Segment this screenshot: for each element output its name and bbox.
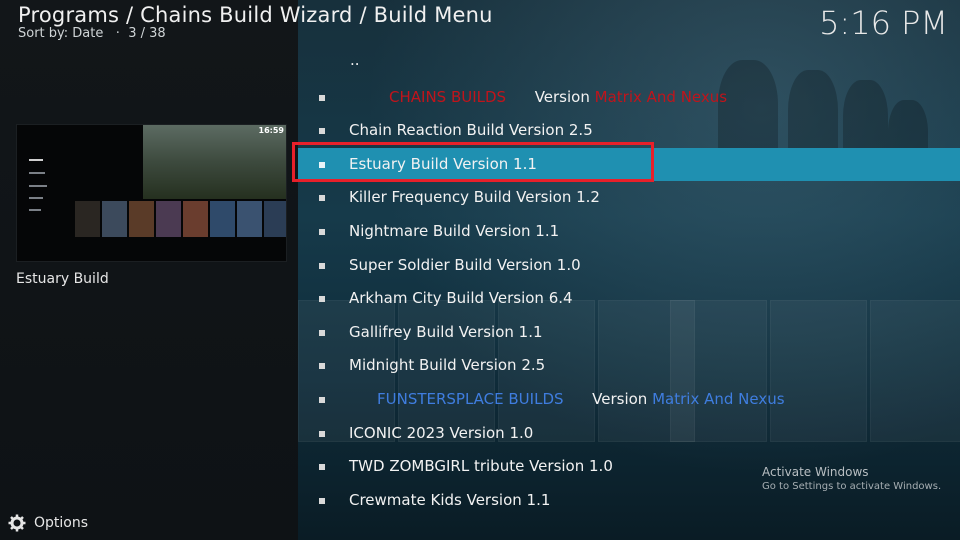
bullet-icon [319, 396, 325, 403]
list-item-funstersplace-header[interactable]: FUNSTERSPLACE BUILDS Version Matrix And … [298, 383, 960, 417]
list-item-label: Arkham City Build Version 6.4 [349, 289, 573, 308]
thumbnail-menu-line [29, 185, 47, 187]
windows-activation-watermark: Activate Windows Go to Settings to activ… [762, 465, 941, 492]
thumbnail-tile [264, 201, 286, 237]
list-item[interactable]: Arkham City Build Version 6.4 [298, 282, 960, 316]
info-panel [0, 0, 298, 540]
bullet-icon [319, 94, 325, 101]
list-item[interactable]: Killer Frequency Build Version 1.2 [298, 181, 960, 215]
highlight-annotation-box [292, 142, 654, 182]
thumbnail-menu-line [29, 172, 45, 174]
list-item-label: FUNSTERSPLACE BUILDS Version Matrix And … [377, 389, 785, 408]
bullet-icon [319, 430, 325, 437]
selected-item-title: Estuary Build [16, 271, 109, 287]
build-thumbnail: 16:59 [16, 124, 287, 262]
thumbnail-clock: 16:59 [258, 126, 284, 135]
thumbnail-tile [210, 201, 235, 237]
thumbnail-tile [183, 201, 208, 237]
bullet-icon [319, 195, 325, 202]
bullet-icon [319, 296, 325, 303]
bullet-icon [319, 497, 325, 504]
thumbnail-tile [129, 201, 154, 237]
list-item-label: Super Soldier Build Version 1.0 [349, 255, 581, 274]
thumbnail-menu-line [29, 197, 43, 199]
breadcrumb: Programs / Chains Build Wizard / Build M… [18, 3, 493, 27]
list-item[interactable]: Nightmare Build Version 1.1 [298, 215, 960, 249]
list-item-parent[interactable]: .. [298, 47, 960, 81]
bullet-icon [319, 329, 325, 336]
item-position: 3 / 38 [128, 26, 166, 41]
gear-icon [8, 514, 26, 532]
thumbnail-tile [75, 201, 100, 237]
thumbnail-menu-line [29, 209, 41, 211]
thumbnail-tile [237, 201, 262, 237]
options-label: Options [34, 515, 89, 531]
watermark-line1: Activate Windows [762, 465, 869, 479]
options-button[interactable]: Options [8, 514, 88, 532]
watermark-line2: Go to Settings to activate Windows. [762, 481, 942, 492]
list-item-label: ICONIC 2023 Version 1.0 [349, 423, 534, 442]
build-list[interactable]: .. CHAINS BUILDS Version Matrix And Nexu… [298, 47, 960, 517]
sort-label[interactable]: Sort by: Date [18, 26, 103, 41]
list-item[interactable]: Gallifrey Build Version 1.1 [298, 316, 960, 350]
clock: 5:16 PM [819, 4, 948, 42]
sort-info: Sort by: Date · 3 / 38 [18, 26, 166, 41]
list-item-label: Gallifrey Build Version 1.1 [349, 322, 543, 341]
list-item-chains-header[interactable]: CHAINS BUILDS Version Matrix And Nexus [298, 81, 960, 115]
bullet-icon [319, 262, 325, 269]
thumbnail-tile [102, 201, 127, 237]
list-item[interactable]: ICONIC 2023 Version 1.0 [298, 417, 960, 451]
thumbnail-hero-image [143, 125, 286, 199]
thumbnail-tile [156, 201, 181, 237]
bullet-icon [319, 228, 325, 235]
bullet-icon [319, 363, 325, 370]
bullet-icon [319, 128, 325, 135]
list-item-label: Crewmate Kids Version 1.1 [349, 490, 551, 509]
bullet-icon [319, 464, 325, 471]
list-item-label: Chain Reaction Build Version 2.5 [349, 121, 593, 140]
list-item[interactable]: Midnight Build Version 2.5 [298, 349, 960, 383]
thumbnail-menu-line [29, 159, 43, 161]
parent-folder-label: .. [350, 51, 360, 69]
separator: · [115, 26, 120, 41]
list-item-label: Killer Frequency Build Version 1.2 [349, 188, 600, 207]
list-item[interactable]: Super Soldier Build Version 1.0 [298, 249, 960, 283]
list-item-label: Nightmare Build Version 1.1 [349, 221, 560, 240]
list-item-label: TWD ZOMBGIRL tribute Version 1.0 [349, 457, 613, 476]
list-item-label: CHAINS BUILDS Version Matrix And Nexus [389, 87, 728, 106]
list-item-label: Midnight Build Version 2.5 [349, 356, 546, 375]
